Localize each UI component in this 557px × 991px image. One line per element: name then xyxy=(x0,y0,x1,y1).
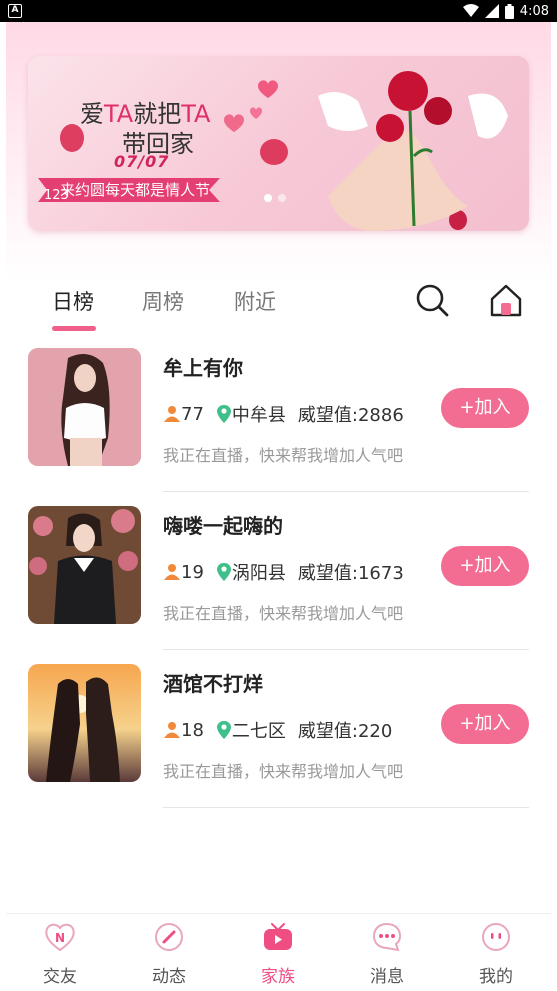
family-room-item[interactable]: 酒馆不打烊 18 二七区 威望值:220 我正在直播，快来帮我增加人气吧 +加入 xyxy=(28,664,529,808)
nav-moments[interactable]: 动态 xyxy=(129,920,209,987)
status-bar: A 4:08 xyxy=(0,0,557,22)
person-icon xyxy=(164,722,180,738)
carousel-dot[interactable] xyxy=(264,194,272,202)
room-title: 牟上有你 xyxy=(163,356,243,380)
room-cover-image xyxy=(28,348,141,466)
search-icon[interactable] xyxy=(414,282,450,318)
svg-text:N: N xyxy=(55,931,65,945)
nav-label: 家族 xyxy=(261,967,295,987)
nav-family[interactable]: 家族 xyxy=(238,920,318,987)
join-button[interactable]: +加入 xyxy=(441,388,529,428)
nav-dating[interactable]: N 交友 xyxy=(20,920,100,987)
notification-badge: A xyxy=(8,4,22,18)
wifi-icon xyxy=(462,4,479,17)
tv-icon xyxy=(264,923,292,950)
family-room-item[interactable]: 牟上有你 77 中牟县 威望值:2886 我正在直播，快来帮我增加人气吧 +加入 xyxy=(28,348,529,492)
nav-label: 消息 xyxy=(370,967,404,987)
tab-daily[interactable]: 日榜 xyxy=(52,286,94,316)
room-description: 我正在直播，快来帮我增加人气吧 xyxy=(163,762,404,781)
person-icon xyxy=(164,406,180,422)
room-description: 我正在直播，快来帮我增加人气吧 xyxy=(163,604,404,623)
room-location: 二七区 xyxy=(231,721,286,742)
tab-indicator xyxy=(52,326,96,331)
battery-icon xyxy=(504,3,514,19)
family-page: 爱TA就把TA 带回家 07/07 来约圆每天都是情人节 123 日榜 周榜 附… xyxy=(6,22,551,991)
room-location: 涡阳县 xyxy=(231,563,286,584)
ranking-tabs: 日榜 周榜 附近 xyxy=(6,280,551,340)
nav-label: 动态 xyxy=(152,967,186,987)
tab-nearby[interactable]: 附近 xyxy=(234,286,276,316)
room-cover-image xyxy=(28,664,141,782)
join-button[interactable]: +加入 xyxy=(441,704,529,744)
member-count: 77 xyxy=(181,403,204,425)
compass-icon xyxy=(155,923,183,951)
room-meta: 77 中牟县 威望值:2886 xyxy=(163,401,404,427)
divider xyxy=(163,491,529,492)
carousel-dots[interactable] xyxy=(264,194,286,202)
signal-icon xyxy=(484,4,499,18)
home-icon[interactable] xyxy=(488,282,524,318)
room-prestige: 威望值:2886 xyxy=(297,405,404,426)
member-count: 19 xyxy=(181,561,204,583)
banner-date: 07/07 xyxy=(114,152,170,171)
location-pin-icon xyxy=(216,405,231,423)
divider xyxy=(163,807,529,808)
nav-label: 交友 xyxy=(43,967,77,987)
face-icon xyxy=(482,923,510,951)
person-icon xyxy=(164,564,180,580)
room-meta: 18 二七区 威望值:220 xyxy=(163,717,392,743)
room-meta: 19 涡阳县 威望值:1673 xyxy=(163,559,404,585)
nav-profile[interactable]: 我的 xyxy=(456,920,536,987)
join-button[interactable]: +加入 xyxy=(441,546,529,586)
tab-weekly[interactable]: 周榜 xyxy=(142,286,184,316)
room-prestige: 威望值:1673 xyxy=(297,563,404,584)
room-title: 嗨喽一起嗨的 xyxy=(163,514,283,538)
heart-n-icon: N xyxy=(45,923,75,952)
banner-counter: 123 xyxy=(44,188,69,203)
nav-label: 我的 xyxy=(479,967,513,987)
member-count: 18 xyxy=(181,719,204,741)
bottom-navigation: N 交友 动态 家族 消息 我的 xyxy=(6,913,551,991)
carousel-dot[interactable] xyxy=(278,194,286,202)
promo-banner[interactable]: 爱TA就把TA 带回家 07/07 来约圆每天都是情人节 123 xyxy=(28,56,529,231)
room-title: 酒馆不打烊 xyxy=(163,672,263,696)
location-pin-icon xyxy=(216,721,231,739)
nav-messages[interactable]: 消息 xyxy=(347,920,427,987)
clock: 4:08 xyxy=(519,3,549,19)
location-pin-icon xyxy=(216,563,231,581)
hearts-decoration xyxy=(60,71,508,231)
divider xyxy=(163,649,529,650)
room-location: 中牟县 xyxy=(231,405,286,426)
room-prestige: 威望值:220 xyxy=(297,721,393,742)
room-cover-image xyxy=(28,506,141,624)
family-room-item[interactable]: 嗨喽一起嗨的 19 涡阳县 威望值:1673 我正在直播，快来帮我增加人气吧 +… xyxy=(28,506,529,650)
chat-bubble-icon xyxy=(372,922,402,952)
room-description: 我正在直播，快来帮我增加人气吧 xyxy=(163,446,404,465)
